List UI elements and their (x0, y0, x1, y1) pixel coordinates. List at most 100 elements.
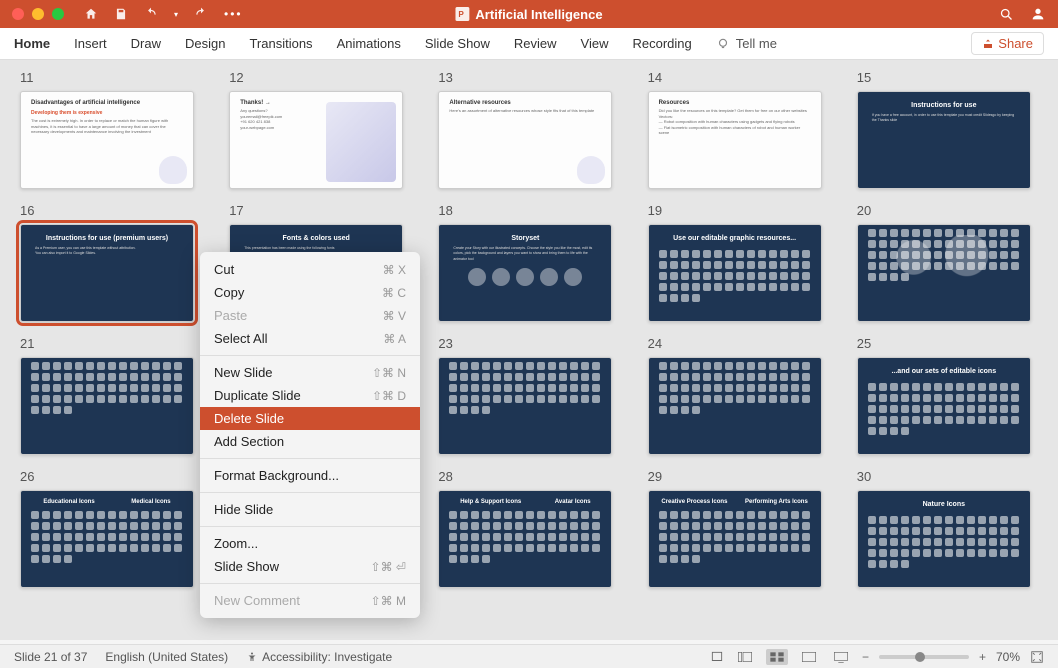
menu-item-slide-show[interactable]: Slide Show⇧⌘ ⏎ (200, 555, 420, 578)
zoom-in-button[interactable]: + (979, 650, 986, 664)
slide-thumbnail-12[interactable]: Thanks! →Any questions?youremail@freepik… (229, 91, 403, 189)
slide-cell-16[interactable]: 16Instructions for use (premium users)As… (20, 203, 201, 322)
slide-cell-28[interactable]: 28Help & Support IconsAvatar Icons (438, 469, 619, 588)
maximize-window-button[interactable] (52, 8, 64, 20)
slide-cell-14[interactable]: 14ResourcesDid you like the resources on… (648, 70, 829, 189)
tab-draw[interactable]: Draw (131, 32, 161, 55)
slide-thumbnail-13[interactable]: Alternative resourcesHere's an assortmen… (438, 91, 612, 189)
slide-cell-25[interactable]: 25 ...and our sets of editable icons (857, 336, 1038, 455)
slide-sorter[interactable]: 11Disadvantages of artificial intelligen… (0, 60, 1058, 640)
redo-icon[interactable] (194, 7, 208, 21)
tab-recording[interactable]: Recording (633, 32, 692, 55)
normal-view-button[interactable] (734, 649, 756, 665)
tab-animations[interactable]: Animations (337, 32, 401, 55)
more-icon[interactable]: ••• (224, 7, 243, 21)
reading-view-button[interactable] (798, 649, 820, 665)
zoom-thumb[interactable] (915, 652, 925, 662)
slide-thumbnail-26[interactable]: Educational IconsMedical Icons (20, 490, 194, 588)
lightbulb-icon (716, 37, 730, 51)
slide-cell-23[interactable]: 23 (438, 336, 619, 455)
sorter-view-button[interactable] (766, 649, 788, 665)
status-bar: Slide 21 of 37 English (United States) A… (0, 644, 1058, 668)
menu-item-copy[interactable]: Copy⌘ C (200, 281, 420, 304)
slide-number: 25 (857, 336, 1038, 351)
slide-number: 17 (229, 203, 410, 218)
slide-thumbnail-14[interactable]: ResourcesDid you like the resources on t… (648, 91, 822, 189)
fit-to-window-button[interactable] (1030, 650, 1044, 664)
slide-thumbnail-18[interactable]: StorysetCreate your Story with our illus… (438, 224, 612, 322)
menu-item-label: Zoom... (214, 536, 258, 551)
minimize-window-button[interactable] (32, 8, 44, 20)
menu-item-new-slide[interactable]: New Slide⇧⌘ N (200, 361, 420, 384)
slide-counter[interactable]: Slide 21 of 37 (14, 650, 87, 664)
tab-slide-show[interactable]: Slide Show (425, 32, 490, 55)
menu-shortcut: ⇧⌘ M (371, 594, 406, 608)
slide-thumbnail-28[interactable]: Help & Support IconsAvatar Icons (438, 490, 612, 588)
menu-item-hide-slide[interactable]: Hide Slide (200, 498, 420, 521)
slide-cell-13[interactable]: 13 Alternative resourcesHere's an assortm… (438, 70, 619, 189)
slide-thumbnail-11[interactable]: Disadvantages of artificial intelligence… (20, 91, 194, 189)
slideshow-view-button[interactable] (830, 649, 852, 665)
zoom-out-button[interactable]: − (862, 650, 869, 664)
menu-item-duplicate-slide[interactable]: Duplicate Slide⇧⌘ D (200, 384, 420, 407)
language-indicator[interactable]: English (United States) (105, 650, 228, 664)
slide-cell-26[interactable]: 26Educational IconsMedical Icons (20, 469, 201, 588)
home-icon[interactable] (84, 7, 98, 21)
save-icon[interactable] (114, 7, 128, 21)
slide-cell-12[interactable]: 12Thanks! →Any questions?youremail@freep… (229, 70, 410, 189)
zoom-level[interactable]: 70% (996, 650, 1020, 664)
slide-cell-21[interactable]: 21 (20, 336, 201, 455)
slide-number: 21 (20, 336, 201, 351)
slide-cell-30[interactable]: 30Nature Icons (857, 469, 1038, 588)
slide-thumbnail-19[interactable]: Use our editable graphic resources... (648, 224, 822, 322)
tab-home[interactable]: Home (14, 32, 50, 55)
slide-cell-11[interactable]: 11Disadvantages of artificial intelligen… (20, 70, 201, 189)
tell-me[interactable]: Tell me (716, 36, 777, 51)
tab-insert[interactable]: Insert (74, 32, 107, 55)
account-icon[interactable] (1030, 6, 1046, 22)
menu-item-cut[interactable]: Cut⌘ X (200, 258, 420, 281)
menu-item-select-all[interactable]: Select All⌘ A (200, 327, 420, 350)
slide-thumbnail-15[interactable]: Instructions for useIf you have a free a… (857, 91, 1031, 189)
share-label: Share (998, 36, 1033, 51)
notes-icon[interactable] (710, 650, 724, 664)
zoom-slider[interactable] (879, 655, 969, 659)
tab-transitions[interactable]: Transitions (249, 32, 312, 55)
menu-item-add-section[interactable]: Add Section (200, 430, 420, 453)
slide-thumbnail-21[interactable] (20, 357, 194, 455)
slide-thumbnail-16[interactable]: Instructions for use (premium users)As a… (20, 224, 194, 322)
slide-thumbnail-20[interactable] (857, 224, 1031, 322)
menu-separator (200, 458, 420, 459)
slide-thumbnail-24[interactable] (648, 357, 822, 455)
slide-thumbnail-25[interactable]: ...and our sets of editable icons (857, 357, 1031, 455)
undo-dropdown-icon[interactable]: ▾ (174, 10, 178, 19)
slide-number: 13 (438, 70, 619, 85)
slide-cell-15[interactable]: 15Instructions for useIf you have a free… (857, 70, 1038, 189)
slide-cell-19[interactable]: 19Use our editable graphic resources... (648, 203, 829, 322)
slide-thumbnail-30[interactable]: Nature Icons (857, 490, 1031, 588)
menu-separator (200, 492, 420, 493)
undo-icon[interactable] (144, 7, 158, 21)
menu-item-format-background[interactable]: Format Background... (200, 464, 420, 487)
menu-item-delete-slide[interactable]: Delete Slide (200, 407, 420, 430)
slide-cell-18[interactable]: 18StorysetCreate your Story with our ill… (438, 203, 619, 322)
accessibility-checker[interactable]: Accessibility: Investigate (246, 650, 392, 664)
slide-cell-20[interactable]: 20 (857, 203, 1038, 322)
tab-design[interactable]: Design (185, 32, 225, 55)
share-button[interactable]: Share (971, 32, 1044, 55)
tab-review[interactable]: Review (514, 32, 557, 55)
slide-thumbnail-29[interactable]: Creative Process IconsPerforming Arts Ic… (648, 490, 822, 588)
tab-view[interactable]: View (581, 32, 609, 55)
menu-item-label: Duplicate Slide (214, 388, 301, 403)
menu-item-label: New Comment (214, 593, 300, 608)
menu-item-label: Copy (214, 285, 244, 300)
slide-thumbnail-23[interactable] (438, 357, 612, 455)
menu-item-zoom[interactable]: Zoom... (200, 532, 420, 555)
accessibility-icon (246, 651, 258, 663)
menu-item-label: Delete Slide (214, 411, 284, 426)
search-icon[interactable] (999, 7, 1014, 22)
powerpoint-icon: P (455, 7, 469, 21)
close-window-button[interactable] (12, 8, 24, 20)
slide-cell-24[interactable]: 24 (648, 336, 829, 455)
slide-cell-29[interactable]: 29Creative Process IconsPerforming Arts … (648, 469, 829, 588)
